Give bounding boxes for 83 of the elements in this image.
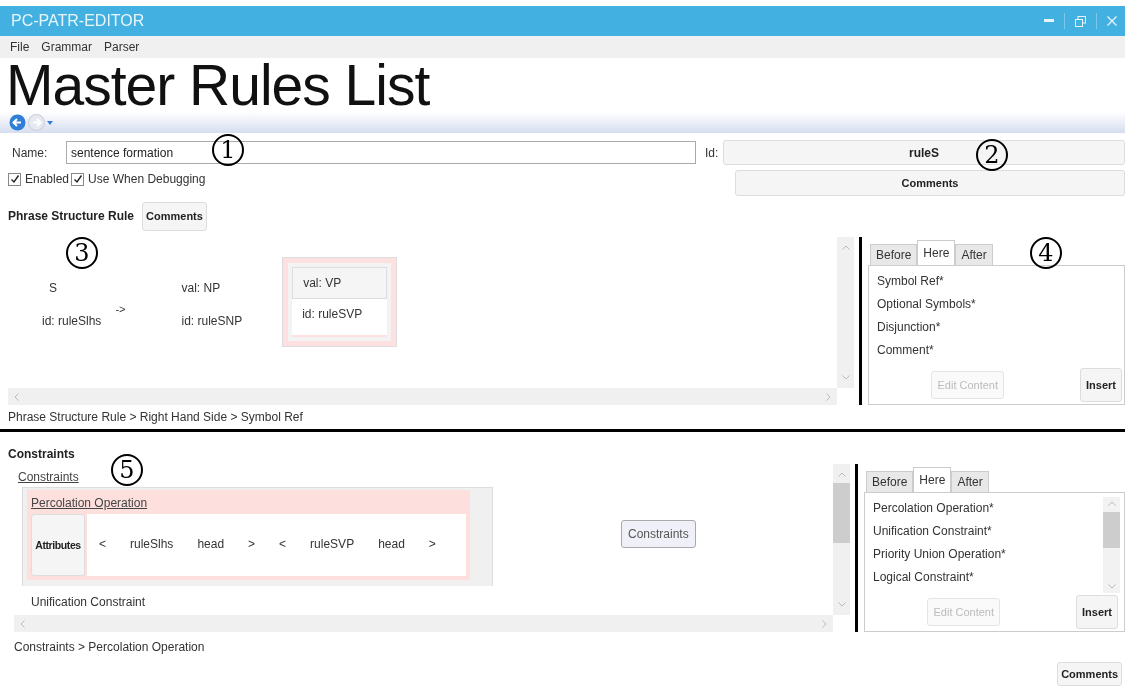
vertical-scrollbar[interactable] — [833, 464, 850, 615]
path-token: > — [248, 537, 256, 551]
symbol-value: val: NP — [181, 281, 222, 295]
page-title: Master Rules List — [5, 58, 431, 112]
scroll-left-icon[interactable] — [20, 619, 25, 628]
tab[interactable]: Before — [866, 471, 914, 492]
menu-item[interactable]: File — [10, 40, 30, 54]
caret-icon[interactable] — [47, 120, 53, 125]
callout-number: 1 — [212, 134, 244, 166]
checkbox-label: Enabled — [25, 172, 70, 186]
constraint-item[interactable]: Unification Constraint — [22, 586, 493, 611]
callout-number: 5 — [111, 454, 143, 486]
constraints-button[interactable]: Constraints — [621, 520, 696, 548]
constraint-title-link[interactable]: Percolation Operation — [31, 496, 466, 510]
comments-button[interactable]: Comments — [1057, 662, 1122, 686]
tab[interactable]: After — [951, 471, 989, 492]
insert-button[interactable]: Insert — [1076, 595, 1118, 629]
scroll-up-icon[interactable] — [1107, 501, 1116, 506]
checkbox[interactable] — [8, 172, 21, 186]
symbol-id: id: ruleSlhs — [42, 314, 102, 328]
scroll-thumb[interactable] — [833, 483, 850, 543]
list-item[interactable]: Optional Symbols* — [877, 293, 1124, 316]
vertical-scrollbar[interactable] — [1103, 497, 1120, 593]
section-heading: Constraints — [7, 447, 76, 463]
minimize-icon[interactable] — [1044, 19, 1054, 23]
path-token: < — [99, 537, 106, 551]
menu-item[interactable]: Parser — [104, 40, 140, 54]
path-token: ruleSVP — [310, 537, 355, 551]
section-heading: Phrase Structure Rule — [8, 209, 135, 223]
horizontal-scrollbar[interactable] — [8, 388, 837, 405]
rule-arrow: -> — [115, 303, 126, 315]
tab[interactable]: Here — [913, 467, 952, 492]
path-token: < — [279, 537, 287, 551]
list-item[interactable]: Disjunction* — [877, 316, 1124, 339]
list-item[interactable]: Unification Constraint* — [873, 520, 1103, 543]
path-token: head — [378, 537, 405, 551]
comments-button[interactable]: Comments — [735, 170, 1125, 196]
constraint-card[interactable]: Percolation Operation Attributes < ruleSlhs head > < ruleSVP head > — [27, 490, 470, 580]
back-icon[interactable] — [9, 114, 26, 131]
callout-number: 2 — [976, 139, 1008, 171]
vertical-scrollbar[interactable] — [837, 237, 854, 388]
scroll-down-icon[interactable] — [1107, 584, 1116, 589]
path-token: head — [197, 537, 225, 551]
tab[interactable]: Before — [870, 244, 918, 265]
scroll-left-icon[interactable] — [14, 392, 19, 401]
callout-number: 3 — [66, 237, 98, 269]
symbol-value: val: VP — [292, 267, 388, 299]
insert-button[interactable]: Insert — [1080, 368, 1122, 402]
callout-number: 4 — [1030, 237, 1062, 269]
name-label: Name: — [11, 145, 49, 160]
symbol[interactable]: val: NP id: ruleSNP — [181, 281, 243, 328]
tab[interactable]: Here — [917, 240, 956, 265]
scroll-up-icon[interactable] — [841, 245, 850, 250]
id-label: Id: — [705, 145, 720, 160]
path-token: > — [428, 537, 436, 551]
comments-button[interactable]: Comments — [142, 201, 207, 231]
symbol-id: id: ruleSNP — [181, 314, 243, 328]
tab[interactable]: After — [955, 244, 993, 265]
list-item[interactable]: Comment* — [877, 339, 1124, 362]
scroll-thumb[interactable] — [1103, 512, 1120, 548]
selected-symbol[interactable]: val: VP id: ruleSVP — [282, 257, 398, 347]
scroll-down-icon[interactable] — [841, 375, 850, 380]
list-item[interactable]: Symbol Ref* — [877, 270, 1124, 293]
scroll-down-icon[interactable] — [837, 602, 846, 607]
scroll-right-icon[interactable] — [826, 392, 831, 401]
symbol-value: S — [48, 281, 58, 295]
path-token: ruleSlhs — [130, 537, 174, 551]
checkbox[interactable] — [71, 172, 85, 186]
restore-icon[interactable] — [1075, 15, 1086, 27]
list-item[interactable]: Logical Constraint* — [873, 566, 1103, 589]
checkbox-label: Use When Debugging — [88, 172, 206, 186]
scroll-up-icon[interactable] — [837, 472, 846, 477]
menu-item[interactable]: Grammar — [41, 40, 92, 54]
list-item[interactable]: Percolation Operation* — [873, 497, 1103, 520]
window-title: PC-PATR-EDITOR — [11, 12, 145, 30]
symbol-id: id: ruleSVP — [292, 299, 388, 337]
horizontal-scrollbar[interactable] — [14, 615, 833, 632]
list-item[interactable]: Priority Union Operation* — [873, 543, 1103, 566]
scroll-right-icon[interactable] — [822, 619, 827, 628]
breadcrumb: Constraints > Percolation Operation — [13, 639, 206, 656]
breadcrumb: Phrase Structure Rule > Right Hand Side > Symbol Ref — [7, 409, 304, 426]
close-icon[interactable] — [1107, 16, 1117, 26]
attributes-button[interactable]: Attributes — [31, 514, 85, 576]
